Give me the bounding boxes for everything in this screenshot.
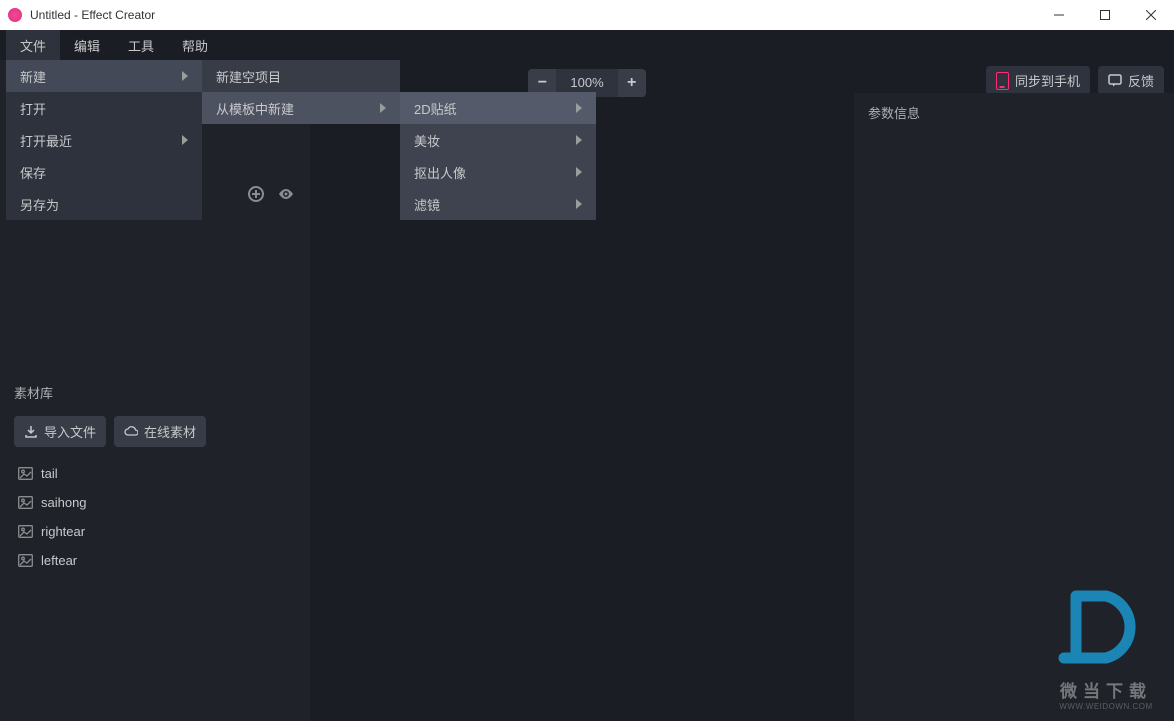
asset-item-label: tail (41, 466, 58, 481)
window-title: Untitled - Effect Creator (30, 8, 1036, 22)
chevron-right-icon (576, 167, 582, 177)
menu-item-save[interactable]: 保存 (6, 156, 202, 188)
menu-item-new-from-template[interactable]: 从模板中新建 (202, 92, 400, 124)
chevron-right-icon (182, 71, 188, 81)
online-assets-label: 在线素材 (144, 422, 196, 441)
chat-icon (1108, 74, 1122, 87)
zoom-in-button[interactable]: + (618, 69, 646, 97)
properties-panel-title: 参数信息 (854, 93, 1174, 132)
sync-phone-label: 同步到手机 (1015, 71, 1080, 90)
menu-item-save-as[interactable]: 另存为 (6, 188, 202, 220)
sync-to-phone-button[interactable]: 同步到手机 (986, 66, 1090, 95)
template-submenu-dropdown: 2D贴纸 美妆 抠出人像 滤镜 (400, 92, 596, 220)
new-submenu-dropdown: 新建空项目 从模板中新建 (202, 60, 400, 124)
asset-library-title: 素材库 (0, 373, 310, 412)
menu-help[interactable]: 帮助 (168, 30, 222, 61)
menu-item-label: 另存为 (20, 195, 59, 214)
menu-item-label: 打开 (20, 99, 46, 118)
import-file-button[interactable]: 导入文件 (14, 416, 106, 447)
download-icon (24, 425, 38, 439)
asset-item[interactable]: saihong (14, 488, 296, 517)
menu-item-new[interactable]: 新建 (6, 60, 202, 92)
watermark-logo-icon (1056, 586, 1156, 668)
menu-item-label: 新建空项目 (216, 67, 281, 86)
asset-item[interactable]: rightear (14, 517, 296, 546)
import-file-label: 导入文件 (44, 422, 96, 441)
asset-item[interactable]: tail (14, 459, 296, 488)
maximize-button[interactable] (1082, 0, 1128, 30)
menu-item-label: 滤镜 (414, 195, 440, 214)
chevron-right-icon (380, 103, 386, 113)
cloud-icon (124, 425, 138, 439)
menu-file[interactable]: 文件 (6, 30, 60, 61)
watermark-name: 微当下载 (1056, 677, 1156, 702)
asset-item[interactable]: leftear (14, 546, 296, 575)
asset-item-label: saihong (41, 495, 87, 510)
phone-icon (996, 72, 1009, 90)
asset-library-panel: 素材库 导入文件 在线素材 tail saihong rightear left… (0, 373, 310, 721)
menubar: 文件 编辑 工具 帮助 (0, 30, 1174, 60)
menu-item-label: 保存 (20, 163, 46, 182)
chevron-right-icon (182, 135, 188, 145)
menu-item-label: 美妆 (414, 131, 440, 150)
image-icon (18, 525, 33, 538)
chevron-right-icon (576, 135, 582, 145)
menu-item-label: 打开最近 (20, 131, 72, 150)
window-titlebar: Untitled - Effect Creator (0, 0, 1174, 30)
online-assets-button[interactable]: 在线素材 (114, 416, 206, 447)
menu-item-label: 抠出人像 (414, 163, 466, 182)
visibility-toggle-button[interactable] (276, 184, 296, 204)
watermark: 微当下载 WWW.WEIDOWN.COM (1056, 586, 1156, 711)
menu-item-new-empty[interactable]: 新建空项目 (202, 60, 400, 92)
menu-item-label: 新建 (20, 67, 46, 86)
menu-tools[interactable]: 工具 (114, 30, 168, 61)
menu-item-cutout-portrait[interactable]: 抠出人像 (400, 156, 596, 188)
menu-item-open-recent[interactable]: 打开最近 (6, 124, 202, 156)
minimize-button[interactable] (1036, 0, 1082, 30)
add-layer-button[interactable] (246, 184, 266, 204)
feedback-button[interactable]: 反馈 (1098, 66, 1164, 95)
asset-item-label: leftear (41, 553, 77, 568)
menu-item-filter[interactable]: 滤镜 (400, 188, 596, 220)
chevron-right-icon (576, 199, 582, 209)
app-icon (8, 8, 22, 22)
menu-edit[interactable]: 编辑 (60, 30, 114, 61)
chevron-right-icon (576, 103, 582, 113)
watermark-url: WWW.WEIDOWN.COM (1056, 702, 1156, 711)
image-icon (18, 496, 33, 509)
asset-item-label: rightear (41, 524, 85, 539)
feedback-label: 反馈 (1128, 71, 1154, 90)
menu-item-label: 2D贴纸 (414, 99, 457, 118)
close-button[interactable] (1128, 0, 1174, 30)
asset-list: tail saihong rightear leftear (0, 457, 310, 577)
menu-item-label: 从模板中新建 (216, 99, 294, 118)
menu-item-2d-sticker[interactable]: 2D贴纸 (400, 92, 596, 124)
image-icon (18, 467, 33, 480)
file-menu-dropdown: 新建 打开 打开最近 保存 另存为 (6, 60, 202, 220)
menu-item-beauty[interactable]: 美妆 (400, 124, 596, 156)
menu-item-open[interactable]: 打开 (6, 92, 202, 124)
image-icon (18, 554, 33, 567)
